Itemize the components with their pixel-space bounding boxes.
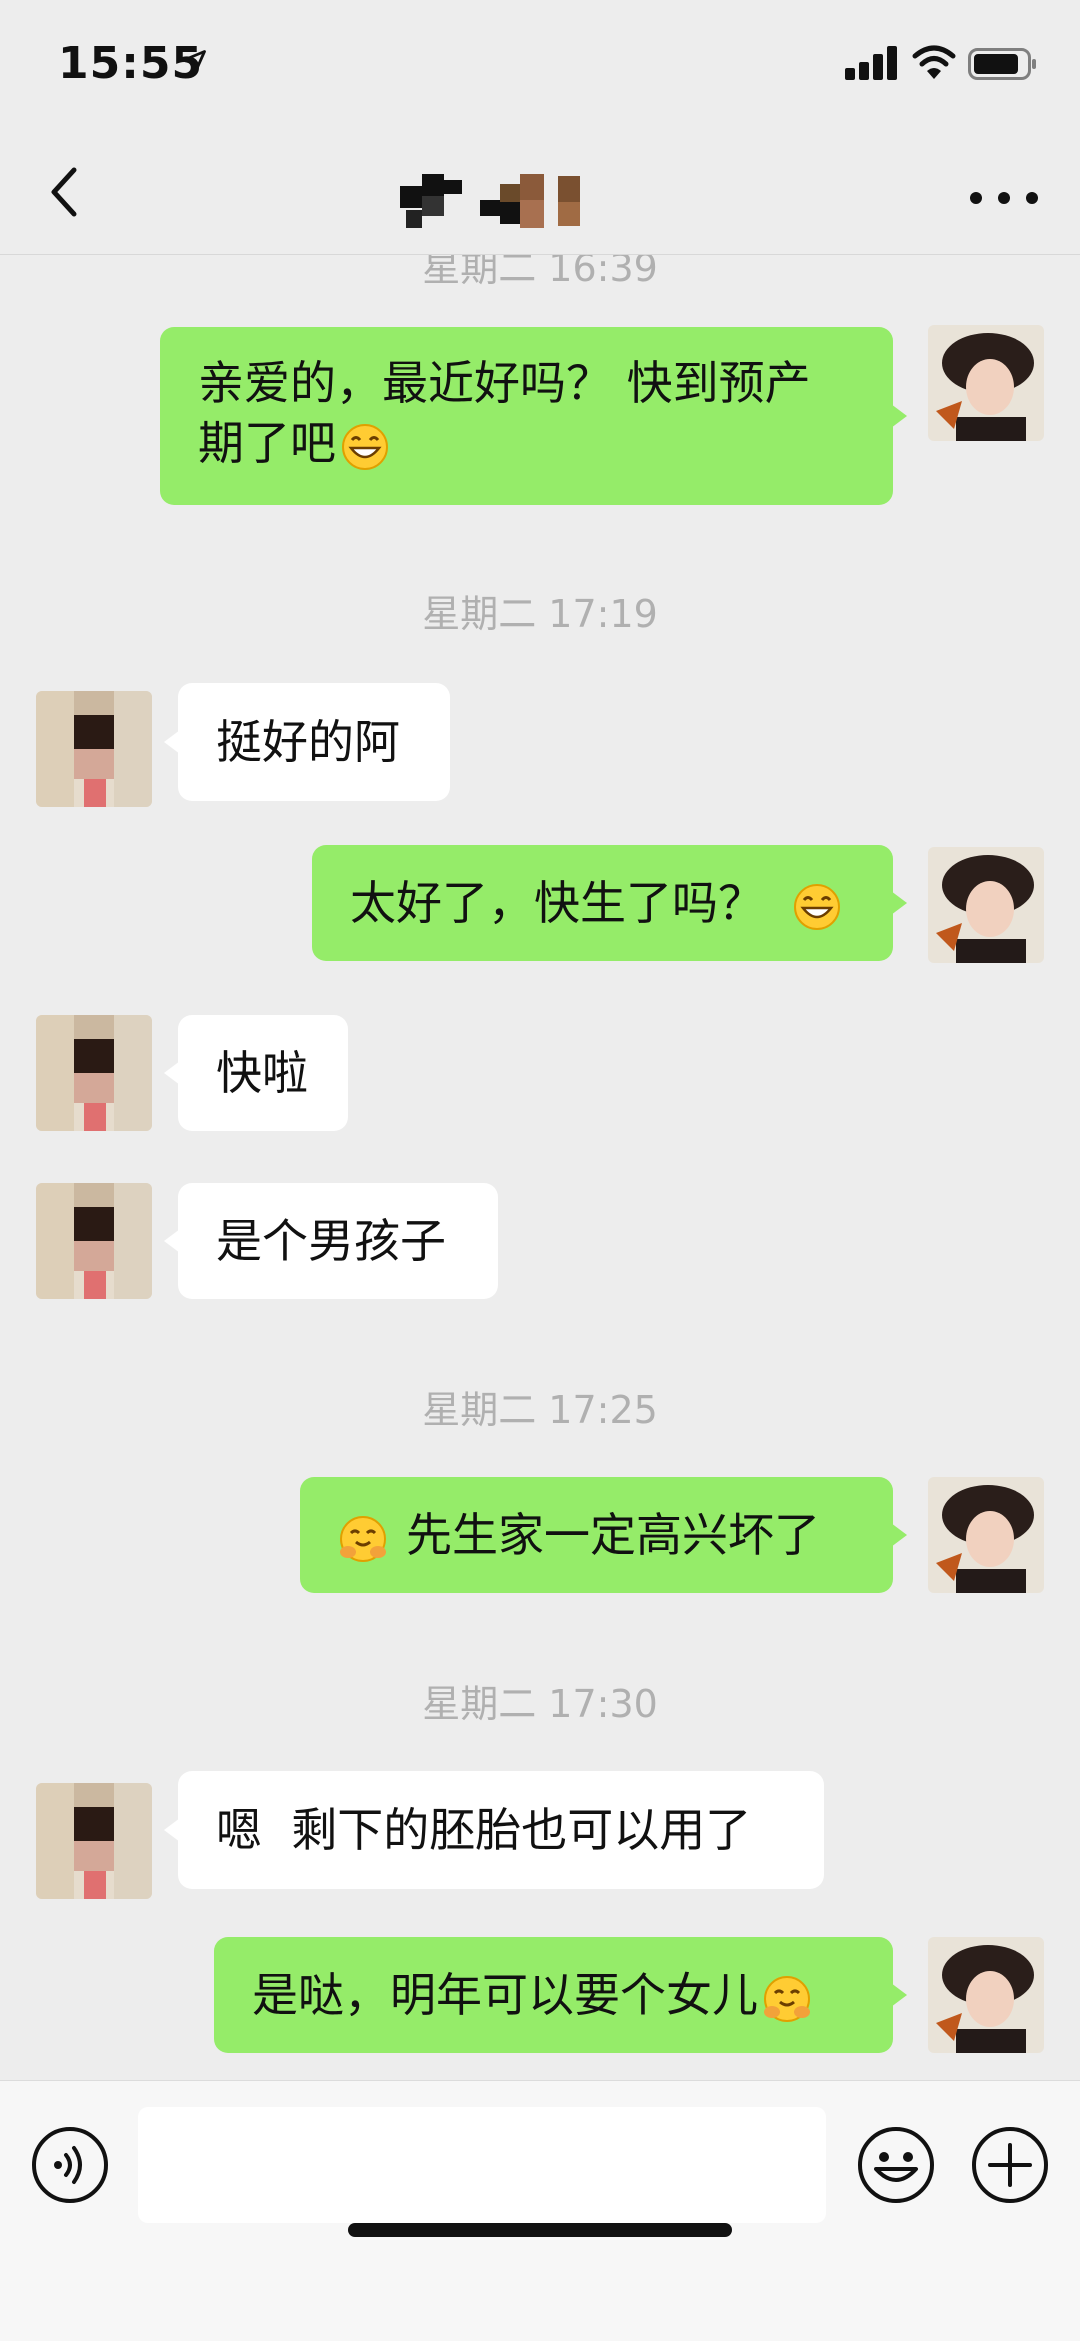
- timestamp: 星期二 16:39: [422, 255, 658, 290]
- message-input[interactable]: [138, 2107, 826, 2223]
- chat-title-pixelated: [400, 170, 680, 234]
- avatar-me[interactable]: [928, 1937, 1044, 2053]
- emoji-face-icon[interactable]: [856, 2125, 936, 2205]
- avatar-contact[interactable]: [36, 1183, 152, 1299]
- message-text: 太好了，快生了吗？: [350, 873, 846, 933]
- voice-icon[interactable]: [30, 2125, 110, 2205]
- avatar-me[interactable]: [928, 1477, 1044, 1593]
- avatar-me[interactable]: [928, 847, 1044, 963]
- message-bubble-received[interactable]: 快啦: [164, 1015, 348, 1131]
- avatar-contact[interactable]: [36, 691, 152, 807]
- message-bubble-received[interactable]: 是个男孩子: [164, 1183, 498, 1299]
- wifi-icon: [912, 45, 956, 79]
- message-text: 快啦: [216, 1046, 308, 1100]
- message-list[interactable]: 星期二 16:39 亲爱的，最近好吗？ 快到预产期了吧 星期二 17:19 挺好…: [0, 255, 1080, 2080]
- home-indicator: [348, 2223, 732, 2237]
- avatar-me[interactable]: [928, 325, 1044, 441]
- message-bubble-sent[interactable]: 是哒，明年可以要个女儿: [214, 1937, 907, 2053]
- message-text: 嗯 剩下的胚胎也可以用了: [216, 1803, 752, 1857]
- message-bubble-sent[interactable]: 太好了，快生了吗？: [312, 845, 907, 961]
- grin-emoji: [342, 423, 388, 470]
- avatar-contact[interactable]: [36, 1015, 152, 1131]
- avatar-contact[interactable]: [36, 1783, 152, 1899]
- message-text: 挺好的阿: [216, 715, 400, 769]
- more-dots-icon[interactable]: [960, 180, 1050, 210]
- message-bubble-received[interactable]: 挺好的阿: [164, 683, 450, 801]
- plus-icon[interactable]: [970, 2125, 1050, 2205]
- timestamp: 星期二 17:25: [422, 1388, 658, 1432]
- message-bubble-sent[interactable]: 先生家一定高兴坏了: [300, 1477, 907, 1593]
- grin-emoji: [794, 883, 840, 930]
- message-text: 先生家一定高兴坏了: [338, 1505, 820, 1565]
- battery-icon: [968, 48, 1036, 80]
- input-bar: [0, 2080, 1080, 2341]
- hug-emoji: [340, 1515, 386, 1562]
- back-chevron-icon[interactable]: [40, 162, 90, 222]
- message-bubble-received[interactable]: 嗯 剩下的胚胎也可以用了: [164, 1771, 824, 1889]
- message-text: 是哒，明年可以要个女儿: [252, 1965, 816, 2025]
- timestamp: 星期二 17:30: [422, 1682, 658, 1726]
- status-bar: 15:55: [0, 0, 1080, 130]
- cellular-signal-icon: [845, 44, 901, 80]
- message-bubble-sent[interactable]: 亲爱的，最近好吗？ 快到预产期了吧: [160, 327, 907, 505]
- pixelated-name-image: [400, 174, 580, 228]
- chat-header: [0, 130, 1080, 255]
- message-text: 亲爱的，最近好吗？ 快到预产期了吧: [198, 356, 811, 470]
- message-text: 是个男孩子: [216, 1214, 446, 1268]
- timestamp: 星期二 17:19: [422, 592, 658, 636]
- hug-emoji: [764, 1975, 810, 2022]
- location-arrow-icon: [182, 50, 206, 74]
